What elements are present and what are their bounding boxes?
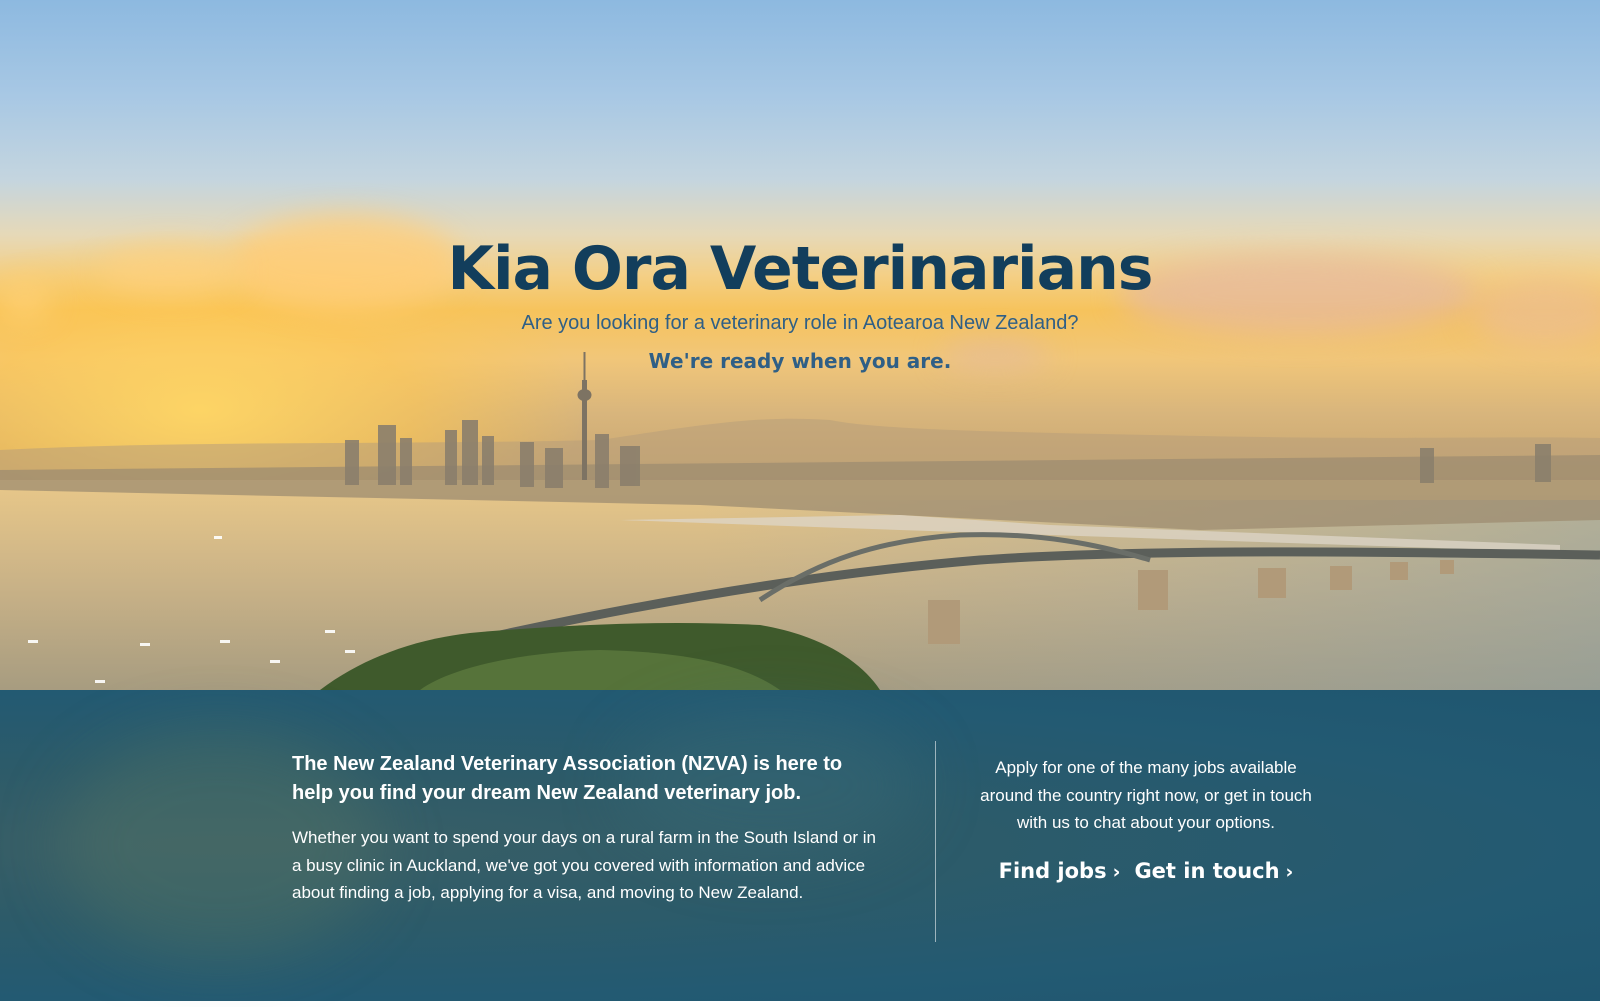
chevron-right-icon: › bbox=[1112, 860, 1121, 883]
hero-banner: Kia Ora Veterinarians Are you looking fo… bbox=[0, 0, 1600, 690]
info-intro: The New Zealand Veterinary Association (… bbox=[292, 750, 882, 907]
hero-text: Kia Ora Veterinarians Are you looking fo… bbox=[0, 232, 1600, 374]
hero-subtitle: Are you looking for a veterinary role in… bbox=[521, 312, 1079, 334]
info-cta: Apply for one of the many jobs available… bbox=[975, 754, 1317, 883]
cta-row: Find jobs › Get in touch › bbox=[975, 859, 1317, 883]
chevron-right-icon: › bbox=[1285, 860, 1294, 883]
info-lead: The New Zealand Veterinary Association (… bbox=[292, 753, 843, 804]
apply-text: Apply for one of the many jobs available… bbox=[980, 758, 1312, 832]
info-panel: The New Zealand Veterinary Association (… bbox=[0, 690, 1600, 1001]
find-jobs-label: Find jobs bbox=[998, 858, 1107, 883]
get-in-touch-label: Get in touch bbox=[1134, 858, 1280, 883]
info-body: Whether you want to spend your days on a… bbox=[292, 828, 876, 902]
get-in-touch-link[interactable]: Get in touch › bbox=[1134, 859, 1293, 883]
divider bbox=[935, 741, 936, 942]
page-title: Kia Ora Veterinarians bbox=[447, 234, 1153, 304]
find-jobs-link[interactable]: Find jobs › bbox=[999, 859, 1121, 883]
hero-tagline: We're ready when you are. bbox=[648, 349, 952, 373]
